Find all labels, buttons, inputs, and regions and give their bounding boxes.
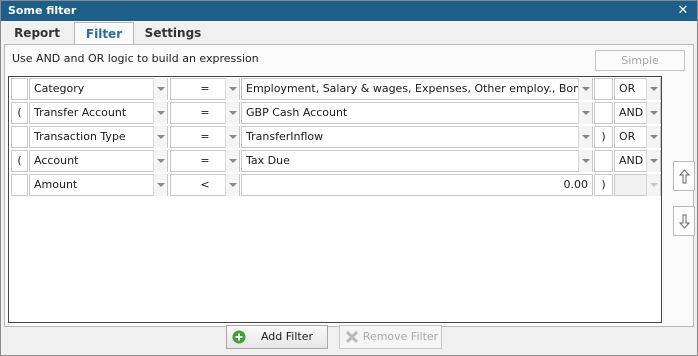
logic-value: OR [619, 82, 636, 95]
filter-row: Category = Employment, Salary & wages, E… [9, 77, 661, 101]
chevron-down-icon[interactable] [578, 78, 592, 100]
close-paren-cell[interactable] [594, 78, 613, 100]
tab-settings[interactable]: Settings [139, 22, 207, 44]
open-paren-cell[interactable]: ( [11, 150, 28, 172]
field-select[interactable]: Transaction Type [29, 126, 168, 148]
tab-strip: Report Filter Settings [1, 22, 697, 45]
operator-value: = [200, 130, 210, 143]
operator-value: = [200, 82, 210, 95]
close-paren-cell[interactable] [594, 102, 613, 124]
chevron-down-icon[interactable] [225, 78, 239, 100]
open-paren-cell[interactable]: ( [11, 102, 28, 124]
field-value: Account [34, 154, 79, 167]
value-select[interactable]: Tax Due [241, 150, 593, 172]
chevron-down-icon[interactable] [578, 102, 592, 124]
operator-value: = [200, 154, 210, 167]
close-icon[interactable]: ✕ [677, 1, 689, 21]
field-select[interactable]: Account [29, 150, 168, 172]
filter-grid: Category = Employment, Salary & wages, E… [8, 76, 662, 323]
filter-panel: Use AND and OR logic to build an express… [4, 44, 695, 327]
add-filter-label: Add Filter [260, 330, 314, 343]
logic-value: AND [619, 106, 644, 119]
chevron-down-icon[interactable] [578, 150, 592, 172]
chevron-down-icon[interactable] [153, 174, 167, 196]
value-text: Tax Due [246, 154, 290, 167]
chevron-down-icon[interactable] [153, 78, 167, 100]
logic-value: AND [619, 154, 644, 167]
arrow-up-icon [679, 169, 690, 184]
move-up-button[interactable] [673, 161, 695, 191]
remove-filter-button: Remove Filter [339, 325, 442, 349]
window-title: Some filter [8, 4, 77, 17]
open-paren-cell[interactable] [11, 78, 28, 100]
title-bar: Some filter ✕ [1, 1, 697, 21]
filter-dialog: Some filter ✕ Report Filter Settings Use… [0, 0, 698, 356]
chevron-down-icon[interactable] [225, 174, 239, 196]
field-select[interactable]: Transfer Account [29, 102, 168, 124]
value-input[interactable]: 0.00 [241, 174, 593, 196]
chevron-down-icon[interactable] [153, 126, 167, 148]
filter-hint: Use AND and OR logic to build an express… [12, 52, 259, 65]
value-text: 0.00 [563, 178, 589, 191]
close-paren-cell[interactable]: ) [594, 174, 613, 196]
chevron-down-icon [646, 174, 660, 196]
value-select[interactable]: Employment, Salary & wages, Expenses, Ot… [241, 78, 593, 100]
move-down-button[interactable] [673, 206, 695, 236]
open-paren-cell[interactable] [11, 126, 28, 148]
chevron-down-icon[interactable] [225, 102, 239, 124]
field-select[interactable]: Amount [29, 174, 168, 196]
tab-filter[interactable]: Filter [74, 22, 134, 45]
remove-filter-label: Remove Filter [362, 330, 439, 343]
filter-row: ( Transfer Account = GBP Cash Account AN… [9, 101, 661, 125]
value-select[interactable]: TransferInflow [241, 126, 593, 148]
open-paren-cell[interactable] [11, 174, 28, 196]
chevron-down-icon[interactable] [646, 150, 660, 172]
value-text: Employment, Salary & wages, Expenses, Ot… [246, 82, 593, 95]
arrow-down-icon [679, 214, 690, 229]
value-text: TransferInflow [246, 130, 324, 143]
filter-row: Amount < 0.00 ) [9, 173, 661, 197]
chevron-down-icon[interactable] [646, 102, 660, 124]
chevron-down-icon[interactable] [578, 126, 592, 148]
field-value: Category [34, 82, 85, 95]
close-paren-cell[interactable]: ) [594, 126, 613, 148]
chevron-down-icon[interactable] [153, 150, 167, 172]
logic-value: OR [619, 130, 636, 143]
tab-report[interactable]: Report [5, 22, 69, 44]
filter-row: Transaction Type = TransferInflow ) OR [9, 125, 661, 149]
filter-row: ( Account = Tax Due AND [9, 149, 661, 173]
field-value: Transaction Type [34, 130, 126, 143]
chevron-down-icon[interactable] [225, 150, 239, 172]
field-value: Amount [34, 178, 78, 191]
chevron-down-icon[interactable] [225, 126, 239, 148]
operator-value: = [200, 106, 210, 119]
field-select[interactable]: Category [29, 78, 168, 100]
operator-value: < [200, 178, 210, 191]
chevron-down-icon[interactable] [646, 126, 660, 148]
chevron-down-icon[interactable] [646, 78, 660, 100]
close-paren-cell[interactable] [594, 150, 613, 172]
field-value: Transfer Account [34, 106, 127, 119]
value-text: GBP Cash Account [246, 106, 348, 119]
add-filter-button[interactable]: Add Filter [226, 325, 328, 349]
value-select[interactable]: GBP Cash Account [241, 102, 593, 124]
simple-button: Simple [595, 50, 685, 71]
chevron-down-icon[interactable] [153, 102, 167, 124]
